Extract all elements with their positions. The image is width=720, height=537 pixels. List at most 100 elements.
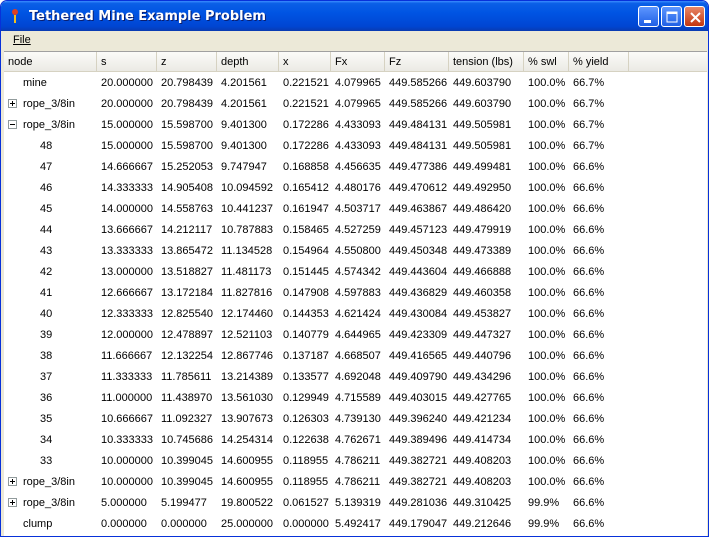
- cell-swl: 100.0%: [528, 371, 566, 383]
- column-header-Fx[interactable]: Fx: [331, 52, 385, 72]
- cell-Fx: 4.456635: [335, 161, 381, 173]
- cell-node: 39: [40, 329, 53, 341]
- column-header-Fz[interactable]: Fz: [385, 52, 449, 72]
- expand-icon[interactable]: [8, 477, 17, 486]
- cell-Fx: 5.492417: [335, 518, 381, 530]
- column-header-s[interactable]: s: [97, 52, 157, 72]
- cell-tension: 449.440796: [453, 350, 512, 362]
- cell-s: 10.000000: [101, 455, 153, 467]
- table-row[interactable]: clump 0.000000 0.000000 25.000000 0.000000 5.…: [4, 514, 707, 535]
- app-window: Tethered Mine Example Problem File node s…: [0, 0, 709, 537]
- table-row[interactable]: 40 12.333333 12.825540 12.174460 0.144353 4.6…: [4, 304, 707, 325]
- cell-Fx: 4.079965: [335, 98, 381, 110]
- cell-x: 0.161947: [283, 203, 329, 215]
- cell-Fx: 4.621424: [335, 308, 381, 320]
- table-row[interactable]: rope_3/8in 20.000000 20.798439 4.201561 0.22…: [4, 94, 707, 115]
- cell-s: 14.666667: [101, 161, 153, 173]
- cell-swl: 100.0%: [528, 98, 566, 110]
- cell-swl: 100.0%: [528, 245, 566, 257]
- cell-Fz: 449.477386: [389, 161, 448, 173]
- cell-depth: 13.561030: [221, 392, 273, 404]
- table-row[interactable]: rope_3/8in 15.000000 15.598700 9.401300 0.17…: [4, 115, 707, 136]
- table-row[interactable]: 41 12.666667 13.172184 11.827816 0.147908 4.5…: [4, 283, 707, 304]
- table-row[interactable]: 33 10.000000 10.399045 14.600955 0.118955 4.7…: [4, 451, 707, 472]
- cell-node: 36: [40, 392, 53, 404]
- cell-x: 0.172286: [283, 119, 329, 131]
- table-row[interactable]: 44 13.666667 14.212117 10.787883 0.158465 4.5…: [4, 220, 707, 241]
- cell-swl: 100.0%: [528, 476, 566, 488]
- cell-tension: 449.499481: [453, 161, 512, 173]
- expand-icon[interactable]: [8, 99, 17, 108]
- table-row[interactable]: rope_3/8in 5.000000 5.199477 19.800522 0.061…: [4, 493, 707, 514]
- cell-node: mine: [23, 77, 47, 89]
- cell-yield: 66.7%: [573, 140, 605, 152]
- cell-Fz: 449.450348: [389, 245, 448, 257]
- cell-Fz: 449.470612: [389, 182, 448, 194]
- cell-yield: 66.6%: [573, 476, 605, 488]
- cell-Fx: 4.433093: [335, 140, 381, 152]
- table-row[interactable]: 36 11.000000 11.438970 13.561030 0.129949 4.7…: [4, 388, 707, 409]
- column-header-x[interactable]: x: [279, 52, 331, 72]
- cell-node: rope_3/8in: [23, 497, 75, 509]
- cell-Fx: 5.139319: [335, 497, 381, 509]
- cell-depth: 25.000000: [221, 518, 273, 530]
- table-row[interactable]: 46 14.333333 14.905408 10.094592 0.165412 4.4…: [4, 178, 707, 199]
- cell-z: 13.172184: [161, 287, 213, 299]
- cell-z: 15.598700: [161, 119, 213, 131]
- cell-tension: 449.310425: [453, 497, 512, 509]
- cell-Fx: 4.762671: [335, 434, 381, 446]
- table-row[interactable]: 38 11.666667 12.132254 12.867746 0.137187 4.6…: [4, 346, 707, 367]
- table-row[interactable]: 42 13.000000 13.518827 11.481173 0.151445 4.5…: [4, 262, 707, 283]
- cell-x: 0.221521: [283, 77, 329, 89]
- cell-swl: 99.9%: [528, 497, 560, 509]
- column-header-tension[interactable]: tension (lbs): [449, 52, 524, 72]
- cell-node: 38: [40, 350, 53, 362]
- cell-depth: 14.254314: [221, 434, 273, 446]
- cell-Fz: 449.416565: [389, 350, 448, 362]
- table-row[interactable]: mine 20.000000 20.798439 4.201561 0.221521 4.…: [4, 73, 707, 94]
- cell-Fx: 4.433093: [335, 119, 381, 131]
- close-button[interactable]: [684, 6, 705, 27]
- cell-x: 0.061527: [283, 497, 329, 509]
- cell-z: 12.825540: [161, 308, 213, 320]
- window-title: Tethered Mine Example Problem: [29, 9, 266, 24]
- cell-swl: 99.9%: [528, 518, 560, 530]
- cell-Fz: 449.443604: [389, 266, 448, 278]
- app-icon: [12, 9, 18, 23]
- maximize-button[interactable]: [661, 6, 682, 27]
- minimize-icon: [644, 20, 651, 23]
- cell-s: 13.333333: [101, 245, 153, 257]
- expand-icon[interactable]: [8, 498, 17, 507]
- cell-swl: 100.0%: [528, 455, 566, 467]
- table-row[interactable]: 43 13.333333 13.865472 11.134528 0.154964 4.5…: [4, 241, 707, 262]
- collapse-icon[interactable]: [8, 120, 17, 129]
- table-row[interactable]: 35 10.666667 11.092327 13.907673 0.126303 4.7…: [4, 409, 707, 430]
- column-header-swl[interactable]: % swl: [524, 52, 569, 72]
- title-bar[interactable]: Tethered Mine Example Problem: [1, 1, 708, 31]
- table-row[interactable]: 47 14.666667 15.252053 9.747947 0.168858 4.45…: [4, 157, 707, 178]
- table-row[interactable]: 48 15.000000 15.598700 9.401300 0.172286 4.43…: [4, 136, 707, 157]
- cell-s: 11.000000: [101, 392, 153, 404]
- table-row[interactable]: 45 14.000000 14.558763 10.441237 0.161947 4.5…: [4, 199, 707, 220]
- cell-node: 33: [40, 455, 53, 467]
- table-row[interactable]: 39 12.000000 12.478897 12.521103 0.140779 4.6…: [4, 325, 707, 346]
- column-header-yield[interactable]: % yield: [569, 52, 629, 72]
- column-header-z[interactable]: z: [157, 52, 217, 72]
- cell-depth: 11.134528: [221, 245, 273, 257]
- cell-Fx: 4.503717: [335, 203, 381, 215]
- maximize-icon: [666, 11, 678, 23]
- results-table[interactable]: node s z depth x Fx Fz tension (lbs)% swl% yiel…: [4, 51, 707, 536]
- column-header-node[interactable]: node: [4, 52, 97, 72]
- table-row[interactable]: rope_3/8in 10.000000 10.399045 14.600955 0.1…: [4, 472, 707, 493]
- cell-yield: 66.6%: [573, 455, 605, 467]
- cell-swl: 100.0%: [528, 224, 566, 236]
- column-header-depth[interactable]: depth: [217, 52, 279, 72]
- cell-node: 37: [40, 371, 53, 383]
- cell-s: 11.666667: [101, 350, 153, 362]
- cell-Fz: 449.436829: [389, 287, 448, 299]
- table-row[interactable]: 34 10.333333 10.745686 14.254314 0.122638 4.7…: [4, 430, 707, 451]
- table-row[interactable]: 37 11.333333 11.785611 13.214389 0.133577 4.6…: [4, 367, 707, 388]
- cell-node: 46: [40, 182, 53, 194]
- menu-file[interactable]: File: [13, 34, 31, 46]
- minimize-button[interactable]: [638, 6, 659, 27]
